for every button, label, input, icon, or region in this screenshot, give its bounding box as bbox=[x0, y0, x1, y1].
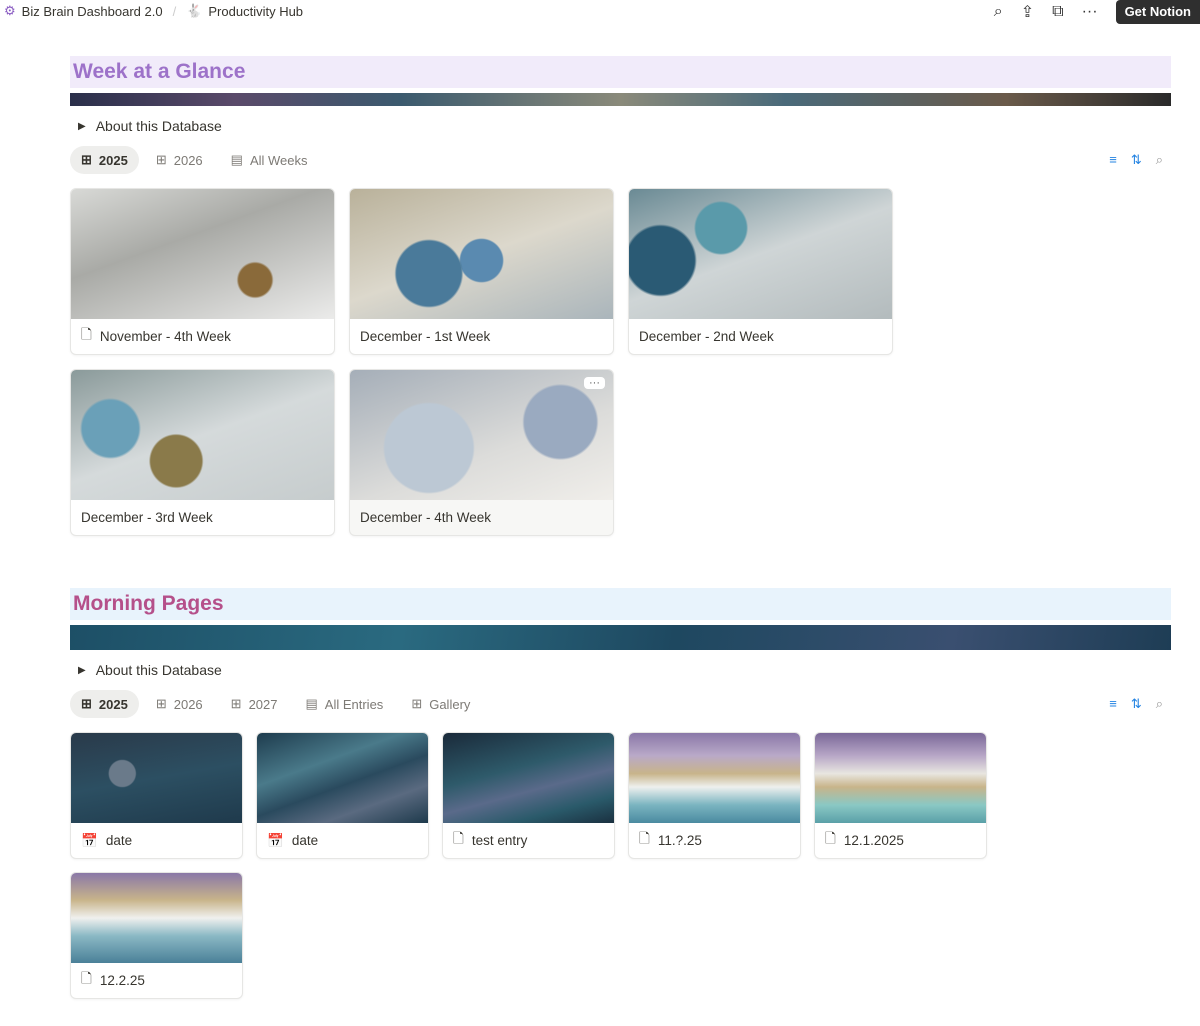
gallery-card[interactable]: 🗋 test entry bbox=[442, 732, 615, 859]
gallery-icon: ⊞ bbox=[411, 696, 423, 711]
section-title: Morning Pages bbox=[70, 588, 1171, 620]
about-label: About this Database bbox=[95, 662, 222, 678]
page-icon: 🗋 bbox=[825, 831, 836, 846]
sort-icon[interactable]: ⇅ bbox=[1131, 696, 1142, 712]
sort-icon[interactable]: ⇅ bbox=[1131, 152, 1142, 168]
tab-all-entries[interactable]: ▤ All Entries bbox=[294, 690, 394, 718]
triangle-right-icon: ▶ bbox=[78, 664, 86, 676]
gallery-icon: ⊞ bbox=[230, 696, 242, 711]
gallery-card[interactable]: 📅 date bbox=[70, 732, 243, 859]
search-icon[interactable]: ⌕ bbox=[994, 3, 1003, 21]
breadcrumb: ⚙ Biz Brain Dashboard 2.0 / 🐇 Productivi… bbox=[0, 3, 303, 19]
triangle-right-icon: ▶ bbox=[78, 120, 86, 132]
page-icon: 🗋 bbox=[81, 971, 92, 986]
gallery-card[interactable]: 📅 date bbox=[256, 732, 429, 859]
banner-image bbox=[70, 625, 1171, 650]
card-title: 12.2.25 bbox=[99, 973, 145, 988]
card-title: December - 3rd Week bbox=[81, 510, 213, 525]
section-title: Week at a Glance bbox=[70, 56, 1171, 88]
gallery-card[interactable]: December - 1st Week bbox=[349, 188, 614, 355]
filter-icon[interactable]: ≡ bbox=[1109, 696, 1117, 712]
card-cover-image bbox=[350, 370, 613, 500]
card-cover-image bbox=[815, 733, 986, 823]
card-title: December - 2nd Week bbox=[639, 329, 774, 344]
duplicate-icon[interactable]: ⧉ bbox=[1052, 3, 1063, 21]
card-cover-image bbox=[71, 873, 242, 963]
gallery-card[interactable]: 🗋 12.2.25 bbox=[70, 872, 243, 999]
gallery-card[interactable]: 🗋 11.?.25 bbox=[628, 732, 801, 859]
card-cover-image bbox=[71, 733, 242, 823]
gallery-icon: ⊞ bbox=[81, 152, 92, 167]
gallery-card[interactable]: December - 3rd Week bbox=[70, 369, 335, 536]
card-cover-image bbox=[350, 189, 613, 319]
tab-2026[interactable]: ⊞ 2026 bbox=[145, 690, 214, 718]
gears-icon: ⚙ bbox=[4, 3, 16, 18]
card-title: 12.1.2025 bbox=[843, 833, 904, 848]
gallery-card[interactable]: 🗋 12.1.2025 bbox=[814, 732, 987, 859]
page-icon: 🗋 bbox=[639, 831, 650, 846]
card-cover-image bbox=[629, 189, 892, 319]
card-title: November - 4th Week bbox=[99, 329, 231, 344]
card-title: December - 4th Week bbox=[360, 510, 492, 525]
gallery-icon: ⊞ bbox=[155, 696, 167, 711]
about-toggle[interactable]: ▶ About this Database bbox=[70, 118, 1171, 134]
card-title: 11.?.25 bbox=[657, 833, 702, 848]
tab-2025[interactable]: ⊞ 2025 bbox=[70, 146, 139, 174]
card-cover-image bbox=[71, 189, 334, 319]
tab-all-weeks[interactable]: ▤ All Weeks bbox=[220, 146, 319, 174]
card-cover-image bbox=[443, 733, 614, 823]
tab-2026[interactable]: ⊞ 2026 bbox=[145, 146, 214, 174]
get-notion-button[interactable]: Get Notion bbox=[1115, 0, 1200, 24]
about-label: About this Database bbox=[95, 118, 222, 134]
card-title: December - 1st Week bbox=[360, 329, 491, 344]
card-title: test entry bbox=[471, 833, 528, 848]
share-icon[interactable]: ⇪ bbox=[1021, 2, 1034, 22]
tab-2027[interactable]: ⊞ 2027 bbox=[220, 690, 289, 718]
page-icon: 🗋 bbox=[453, 831, 464, 846]
breadcrumb-separator: / bbox=[172, 3, 177, 19]
more-icon[interactable]: ··· bbox=[584, 377, 605, 389]
search-icon[interactable]: ⌕ bbox=[1156, 152, 1163, 168]
tab-gallery[interactable]: ⊞ Gallery bbox=[400, 690, 481, 718]
card-title: date bbox=[291, 833, 319, 848]
about-toggle[interactable]: ▶ About this Database bbox=[70, 662, 1171, 678]
top-bar: ⚙ Biz Brain Dashboard 2.0 / 🐇 Productivi… bbox=[0, 0, 1200, 24]
card-cover-image bbox=[629, 733, 800, 823]
view-tabs: ⊞ 2025 ⊞ 2026 ▤ All Weeks ≡ ⇅ ⌕ bbox=[70, 146, 1171, 174]
card-title: date bbox=[105, 833, 133, 848]
search-icon[interactable]: ⌕ bbox=[1156, 696, 1163, 712]
calendar-icon: 📅 bbox=[81, 832, 98, 848]
table-icon: ▤ bbox=[230, 152, 243, 167]
gallery-card[interactable]: December - 2nd Week bbox=[628, 188, 893, 355]
breadcrumb-item[interactable]: Productivity Hub bbox=[208, 4, 303, 19]
tab-2025[interactable]: ⊞ 2025 bbox=[70, 690, 139, 718]
page-icon: 🗋 bbox=[81, 327, 92, 342]
gallery-card[interactable]: December - 4th Week ··· bbox=[349, 369, 614, 536]
table-icon: ▤ bbox=[305, 696, 318, 711]
more-icon[interactable]: ··· bbox=[1082, 3, 1098, 21]
gallery-card[interactable]: 🗋 November - 4th Week bbox=[70, 188, 335, 355]
breadcrumb-item[interactable]: Biz Brain Dashboard 2.0 bbox=[22, 4, 163, 19]
view-tabs: ⊞ 2025 ⊞ 2026 ⊞ 2027 ▤ All Entries ⊞ Gallery … bbox=[70, 690, 1171, 718]
filter-icon[interactable]: ≡ bbox=[1109, 152, 1117, 168]
card-cover-image bbox=[71, 370, 334, 500]
gallery-icon: ⊞ bbox=[155, 152, 167, 167]
card-cover-image bbox=[257, 733, 428, 823]
morning-pages-section: Morning Pages ▶ About this Database ⊞ 2025… bbox=[70, 588, 1171, 999]
week-at-a-glance-section: Week at a Glance ▶ About this Database ⊞ 2… bbox=[70, 56, 1171, 536]
calendar-icon: 📅 bbox=[267, 832, 284, 848]
banner-image bbox=[70, 93, 1171, 106]
gallery-icon: ⊞ bbox=[81, 696, 92, 711]
rabbit-icon: 🐇 bbox=[186, 3, 203, 18]
